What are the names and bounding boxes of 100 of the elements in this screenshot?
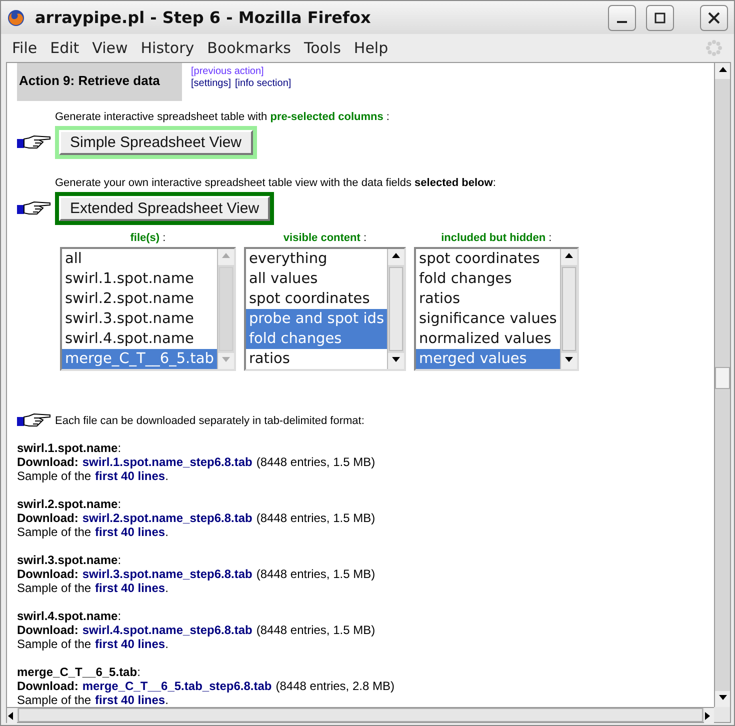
period-text: . — [165, 637, 168, 651]
sample-link[interactable]: first 40 lines — [95, 525, 166, 539]
vertical-scrollbar[interactable] — [714, 63, 730, 707]
action-title: Action 9: Retrieve data — [19, 73, 160, 88]
scroll-up-button[interactable] — [388, 249, 404, 265]
period-text: . — [165, 525, 168, 539]
colon-text: : — [137, 665, 140, 679]
file-info: (8448 entries, 1.5 MB) — [256, 623, 376, 637]
download-link[interactable]: swirl.4.spot.name_step6.8.tab — [82, 623, 252, 637]
list-option[interactable]: significance values — [416, 309, 560, 329]
scroll-up-button[interactable] — [715, 63, 730, 79]
menu-item[interactable]: Edit — [50, 39, 80, 57]
list-option[interactable]: everything — [246, 249, 388, 269]
list-option[interactable]: merged values — [416, 349, 560, 369]
list-option[interactable]: normalized values — [416, 329, 560, 349]
scroll-down-button[interactable] — [715, 691, 730, 707]
maximize-button[interactable] — [646, 4, 674, 30]
list-option[interactable]: swirl.4.spot.name — [62, 329, 217, 349]
spreadsheet-button[interactable]: Extended Spreadsheet View — [59, 196, 270, 221]
list-option[interactable]: fold changes — [416, 269, 560, 289]
period-text: . — [165, 581, 168, 595]
list-scrollbar[interactable] — [560, 249, 577, 369]
close-button[interactable] — [700, 4, 728, 30]
sample-text: Sample of the — [17, 637, 92, 651]
scroll-left-button[interactable] — [7, 708, 17, 724]
download-label: Download: — [17, 623, 78, 637]
sample-link[interactable]: first 40 lines — [95, 637, 166, 651]
sample-link[interactable]: first 40 lines — [95, 581, 166, 595]
sample-link[interactable]: first 40 lines — [95, 693, 166, 707]
maximize-icon — [654, 12, 666, 24]
list-heading: included but hidden : — [441, 232, 552, 244]
menu-item[interactable]: View — [92, 39, 128, 57]
scroll-thumb[interactable] — [562, 267, 576, 351]
scroll-thumb[interactable] — [715, 367, 730, 389]
colon-text: : — [118, 497, 122, 511]
file-info: (8448 entries, 1.5 MB) — [256, 567, 376, 581]
file-info: (8448 entries, 2.8 MB) — [276, 679, 394, 693]
menu-item[interactable]: Help — [354, 39, 388, 57]
throbber-icon — [705, 39, 723, 57]
list-option[interactable]: all — [62, 249, 217, 269]
scroll-down-button[interactable] — [388, 353, 404, 369]
file-name: swirl.1.spot.name — [17, 441, 118, 455]
list-option[interactable]: swirl.3.spot.name — [62, 309, 217, 329]
scrollbar-corner — [714, 707, 730, 722]
list-option[interactable]: ratios — [246, 349, 388, 369]
download-link[interactable]: swirl.3.spot.name_step6.8.tab — [82, 567, 252, 581]
download-label: Download: — [17, 455, 78, 469]
list-option[interactable]: probe and spot ids — [246, 309, 388, 329]
download-link[interactable]: swirl.1.spot.name_step6.8.tab — [82, 455, 252, 469]
list-box[interactable]: everything all values spot coordinates probe and spot ids fold changes ratios — [244, 247, 406, 371]
nav-link[interactable]: [settings] — [191, 78, 232, 90]
scroll-right-button[interactable] — [704, 708, 714, 724]
close-icon — [708, 12, 720, 24]
file-name: swirl.2.spot.name — [17, 497, 118, 511]
period-text: . — [165, 693, 168, 707]
file-name: merge_C_T__6_5.tab — [17, 665, 138, 679]
period-text: . — [165, 469, 168, 483]
minimize-button[interactable] — [608, 4, 636, 30]
nav-link[interactable]: [info section] — [235, 78, 292, 90]
list-scrollbar[interactable] — [216, 249, 234, 369]
download-link[interactable]: merge_C_T__6_5.tab_step6.8.tab — [82, 679, 272, 693]
list-option[interactable]: swirl.1.spot.name — [62, 269, 217, 289]
scroll-down-button[interactable] — [560, 353, 577, 369]
scroll-thumb[interactable] — [218, 267, 233, 351]
nav-link[interactable]: [previous action] — [191, 66, 264, 78]
scroll-thumb[interactable] — [389, 267, 404, 351]
list-option[interactable]: swirl.2.spot.name — [62, 289, 217, 309]
menu-item[interactable]: Bookmarks — [207, 39, 291, 57]
download-label: Download: — [17, 511, 78, 525]
file-info: (8448 entries, 1.5 MB) — [256, 455, 376, 469]
list-heading: visible content : — [283, 232, 367, 244]
spreadsheet-button[interactable]: Simple Spreadsheet View — [59, 130, 252, 155]
download-intro: Each file can be downloaded separately in tab-delimited format: — [55, 415, 364, 427]
colon-text: : — [118, 609, 122, 623]
list-option[interactable]: ratios — [416, 289, 560, 309]
list-box[interactable]: spot coordinates fold changes ratios significance values normalized values merged values — [414, 247, 579, 371]
pointing-hand-icon — [17, 413, 51, 429]
colon-text: : — [118, 553, 122, 567]
menu-item[interactable]: Tools — [304, 39, 341, 57]
list-option[interactable]: spot coordinates — [416, 249, 560, 269]
list-scrollbar[interactable] — [387, 249, 404, 369]
file-name: swirl.4.spot.name — [17, 609, 118, 623]
list-option[interactable]: all values — [246, 269, 388, 289]
list-option[interactable]: spot coordinates — [246, 289, 388, 309]
list-box[interactable]: all swirl.1.spot.name swirl.2.spot.name swirl.3.spot.name swirl.4.spot.name merge_C_T__6_5.tab — [60, 247, 236, 371]
download-link[interactable]: swirl.2.spot.name_step6.8.tab — [82, 511, 252, 525]
minimize-icon — [617, 20, 627, 22]
download-label: Download: — [17, 567, 78, 581]
scroll-up-button[interactable] — [560, 249, 577, 265]
instruction-text: Generate your own interactive spreadsheet table view with the data fields selected below: — [55, 177, 497, 189]
window-title: arraypipe.pl - Step 6 - Mozilla Firefox — [35, 8, 372, 27]
list-option[interactable]: fold changes — [246, 329, 388, 349]
download-label: Download: — [17, 679, 78, 693]
firefox-icon — [7, 8, 25, 26]
colon-text: : — [118, 441, 122, 455]
menu-item[interactable]: History — [140, 39, 194, 57]
list-option[interactable]: merge_C_T__6_5.tab — [62, 349, 217, 369]
sample-link[interactable]: first 40 lines — [95, 469, 166, 483]
menu-item[interactable]: File — [12, 39, 38, 57]
pointing-hand-icon — [17, 200, 51, 216]
